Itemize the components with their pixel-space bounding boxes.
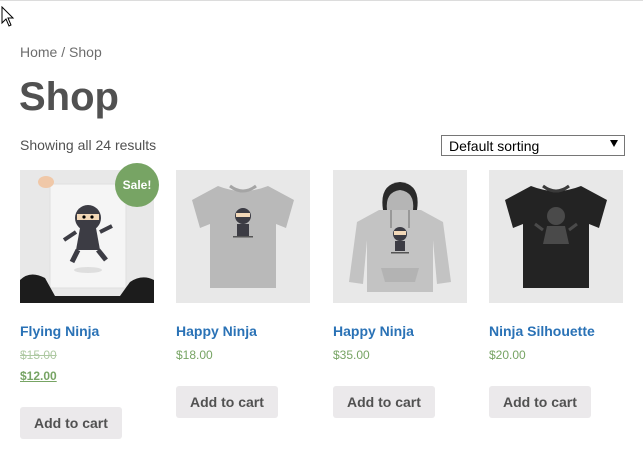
breadcrumb-current: Shop bbox=[69, 44, 102, 60]
product-image-link[interactable] bbox=[489, 170, 623, 303]
sorting-selected-value: Default sorting bbox=[449, 138, 540, 154]
black-tshirt-icon bbox=[489, 170, 623, 303]
product-card: Happy Ninja $18.00 Add to cart bbox=[176, 170, 310, 418]
regular-price: $15.00 bbox=[20, 348, 57, 362]
grey-tshirt-icon bbox=[176, 170, 310, 303]
product-price: $35.00 bbox=[333, 348, 370, 362]
product-card: Ninja Silhouette $20.00 Add to cart bbox=[489, 170, 623, 418]
result-count: Showing all 24 results bbox=[20, 137, 157, 153]
add-to-cart-button[interactable]: Add to cart bbox=[176, 386, 278, 418]
breadcrumb-home-link[interactable]: Home bbox=[20, 44, 57, 60]
add-to-cart-button[interactable]: Add to cart bbox=[333, 386, 435, 418]
page-title: Shop bbox=[19, 75, 119, 119]
grey-hoodie-icon bbox=[333, 170, 467, 303]
product-price: $20.00 bbox=[489, 348, 526, 362]
mouse-cursor-icon bbox=[1, 6, 15, 27]
product-title-link[interactable]: Ninja Silhouette bbox=[489, 323, 595, 339]
sale-badge: Sale! bbox=[115, 163, 159, 207]
add-to-cart-button[interactable]: Add to cart bbox=[489, 386, 591, 418]
product-image-link[interactable] bbox=[176, 170, 310, 303]
product-title-link[interactable]: Flying Ninja bbox=[20, 323, 99, 339]
sale-price: $12.00 bbox=[20, 369, 57, 383]
top-border bbox=[0, 0, 643, 1]
add-to-cart-button[interactable]: Add to cart bbox=[20, 407, 122, 439]
dropdown-arrow-icon bbox=[610, 140, 618, 147]
product-image-link[interactable] bbox=[333, 170, 467, 303]
product-title-link[interactable]: Happy Ninja bbox=[176, 323, 257, 339]
product-card: Happy Ninja $35.00 Add to cart bbox=[333, 170, 467, 418]
product-price: $18.00 bbox=[176, 348, 213, 362]
sorting-select[interactable]: Default sorting bbox=[441, 135, 625, 156]
breadcrumb-separator: / bbox=[57, 44, 70, 60]
product-title-link[interactable]: Happy Ninja bbox=[333, 323, 414, 339]
breadcrumb: Home / Shop bbox=[20, 44, 102, 60]
